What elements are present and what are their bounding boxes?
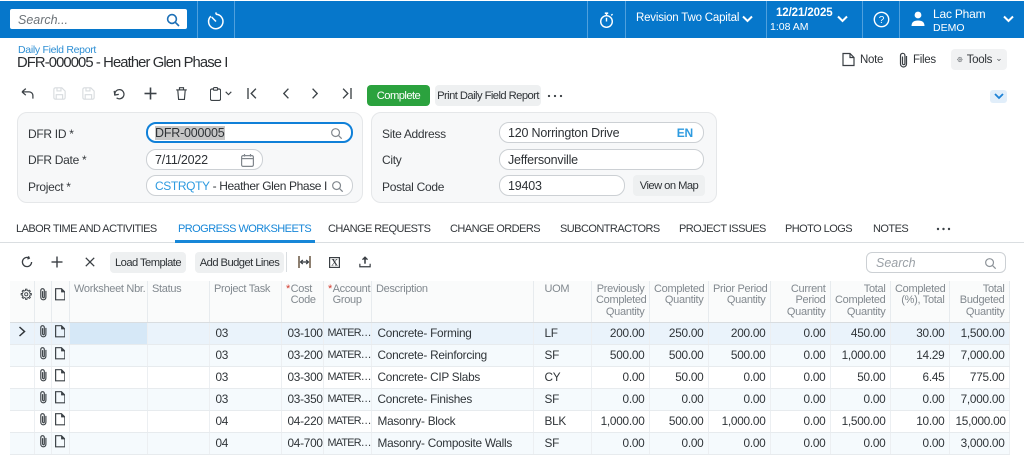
svg-text:X: X — [331, 258, 338, 267]
svg-text:?: ? — [879, 15, 885, 26]
